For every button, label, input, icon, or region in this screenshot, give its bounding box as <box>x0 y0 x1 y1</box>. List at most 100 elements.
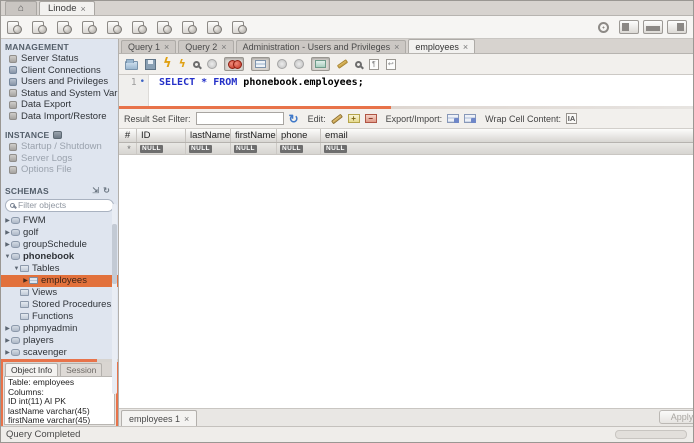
placeholder-row[interactable]: * NULL NULL NULL NULL NULL <box>119 143 693 155</box>
stop-on-error-toggle[interactable] <box>224 57 244 71</box>
beautify-icon[interactable] <box>337 59 348 69</box>
database-status-icon[interactable] <box>57 20 72 34</box>
sql-editor[interactable]: 1 • SELECT * FROM phonebook.employees; <box>119 75 693 106</box>
invisible-chars-icon[interactable]: ¶ <box>369 59 379 70</box>
edit-record-icon[interactable] <box>331 113 343 124</box>
schema-node-golf[interactable]: ▶ golf <box>1 227 118 239</box>
schema-node-players[interactable]: ▶ players <box>1 335 118 347</box>
search-table-data-icon[interactable] <box>207 20 222 34</box>
tab-session[interactable]: Session <box>60 363 102 376</box>
chevron-right-icon[interactable]: ▶ <box>4 349 11 356</box>
column-header-email[interactable]: email <box>321 129 693 142</box>
refresh-icon[interactable]: ↻ <box>289 113 299 125</box>
sidebar-toggle-left-icon[interactable] <box>619 20 639 34</box>
chevron-right-icon[interactable]: ▶ <box>4 325 11 332</box>
new-view-icon[interactable] <box>157 20 172 34</box>
import-icon[interactable] <box>464 114 476 123</box>
sidebar-item-options-file[interactable]: Options File <box>1 164 118 176</box>
new-schema-icon[interactable] <box>107 20 122 34</box>
new-table-icon[interactable] <box>132 20 147 34</box>
tree-node-stored-procedures[interactable]: Stored Procedures <box>1 299 118 311</box>
tab-object-info[interactable]: Object Info <box>5 363 58 376</box>
open-sql-script-icon[interactable] <box>32 20 47 34</box>
tree-node-tables[interactable]: ▼ Tables <box>1 263 118 275</box>
explain-icon[interactable] <box>193 61 200 68</box>
sidebar-item-status-variables[interactable]: Status and System Variables <box>1 88 118 100</box>
statusbar-scrollbar-thumb[interactable] <box>615 430 687 439</box>
chevron-right-icon[interactable]: ▶ <box>4 217 11 224</box>
expand-schemas-icon[interactable]: ⇲ <box>92 186 99 195</box>
tree-node-views[interactable]: Views <box>1 287 118 299</box>
execute-current-icon[interactable]: ϟ <box>179 58 186 70</box>
sidebar-scrollbar[interactable] <box>112 204 117 394</box>
chevron-down-icon[interactable]: ▼ <box>13 266 20 272</box>
close-icon[interactable]: × <box>221 42 226 52</box>
sidebar-item-client-connections[interactable]: Client Connections <box>1 65 118 77</box>
sidebar-item-users-privileges[interactable]: Users and Privileges <box>1 76 118 88</box>
refresh-schemas-icon[interactable]: ↻ <box>103 186 110 195</box>
schema-node-phonebook[interactable]: ▼ phonebook <box>1 251 118 263</box>
schema-node-scavenger[interactable]: ▶ scavenger <box>1 347 118 359</box>
chevron-right-icon[interactable]: ▶ <box>4 337 11 344</box>
column-header-rownum[interactable]: # <box>119 129 137 142</box>
tab-query-1[interactable]: Query 1 × <box>121 40 176 53</box>
column-header-lastname[interactable]: lastName <box>186 129 231 142</box>
apply-button[interactable]: Apply <box>659 410 693 424</box>
save-icon[interactable] <box>145 59 156 70</box>
schema-filter-input[interactable] <box>18 200 109 210</box>
chevron-right-icon[interactable]: ▶ <box>4 229 11 236</box>
tree-node-employees[interactable]: ▶ employees <box>1 275 118 287</box>
wrap-text-icon[interactable]: ↩ <box>386 59 396 70</box>
chevron-right-icon[interactable]: ▶ <box>4 241 11 248</box>
column-header-id[interactable]: ID <box>137 129 186 142</box>
result-filter-input[interactable] <box>196 112 284 125</box>
chevron-right-icon[interactable]: ▶ <box>22 277 29 284</box>
tree-node-functions[interactable]: Functions <box>1 311 118 323</box>
cell-lastname[interactable]: NULL <box>186 143 231 154</box>
open-file-icon[interactable] <box>125 61 138 70</box>
sql-code-line[interactable]: SELECT * FROM phonebook.employees; <box>149 75 364 106</box>
sidebar-item-server-logs[interactable]: Server Logs <box>1 153 118 165</box>
close-icon[interactable]: × <box>184 414 189 424</box>
sidebar-item-data-import[interactable]: Data Import/Restore <box>1 111 118 123</box>
sidebar-item-data-export[interactable]: Data Export <box>1 99 118 111</box>
panel-toggle-bottom-icon[interactable] <box>643 20 663 34</box>
sidebar-item-server-status[interactable]: Server Status <box>1 53 118 65</box>
schema-node-phpmyadmin[interactable]: ▶ phpmyadmin <box>1 323 118 335</box>
chevron-down-icon[interactable]: ▼ <box>4 254 11 260</box>
execute-lightning-icon[interactable]: ϟ <box>163 58 172 70</box>
new-procedure-icon[interactable] <box>182 20 197 34</box>
find-icon[interactable] <box>355 61 362 68</box>
close-icon[interactable]: × <box>81 4 86 14</box>
sidebar-item-startup-shutdown[interactable]: Startup / Shutdown <box>1 141 118 153</box>
home-tab[interactable]: ⌂ <box>5 1 37 15</box>
cell-phone[interactable]: NULL <box>277 143 321 154</box>
insert-record-icon[interactable]: + <box>348 114 360 123</box>
cell-email[interactable]: NULL <box>321 143 693 154</box>
close-icon[interactable]: × <box>164 42 169 52</box>
schema-node-fwm[interactable]: ▶ FWM <box>1 215 118 227</box>
export-icon[interactable] <box>447 114 459 123</box>
tab-result-employees-1[interactable]: employees 1 × <box>121 410 197 426</box>
schema-node-groupschedule[interactable]: ▶ groupSchedule <box>1 239 118 251</box>
close-icon[interactable]: × <box>394 42 399 52</box>
cell-firstname[interactable]: NULL <box>231 143 277 154</box>
autocommit-toggle[interactable] <box>311 57 330 71</box>
preferences-icon[interactable] <box>232 20 247 34</box>
limit-rows-toggle[interactable] <box>251 57 270 71</box>
tab-administration-users[interactable]: Administration - Users and Privileges × <box>236 40 407 53</box>
connection-tab-linode[interactable]: Linode × <box>39 1 95 15</box>
column-header-phone[interactable]: phone <box>277 129 321 142</box>
sidebar-toggle-right-icon[interactable] <box>667 20 687 34</box>
scrollbar-thumb[interactable] <box>112 224 117 284</box>
cell-id[interactable]: NULL <box>137 143 186 154</box>
delete-record-icon[interactable]: − <box>365 114 377 123</box>
wrap-cell-content-icon[interactable]: IA <box>566 113 577 124</box>
column-header-firstname[interactable]: firstName <box>231 129 277 142</box>
tab-employees[interactable]: employees × <box>408 39 475 53</box>
tab-query-2[interactable]: Query 2 × <box>178 40 233 53</box>
new-sql-tab-icon[interactable] <box>7 20 22 34</box>
close-icon[interactable]: × <box>463 42 468 52</box>
new-connection-icon[interactable] <box>82 20 97 34</box>
result-grid-body[interactable] <box>119 155 693 408</box>
